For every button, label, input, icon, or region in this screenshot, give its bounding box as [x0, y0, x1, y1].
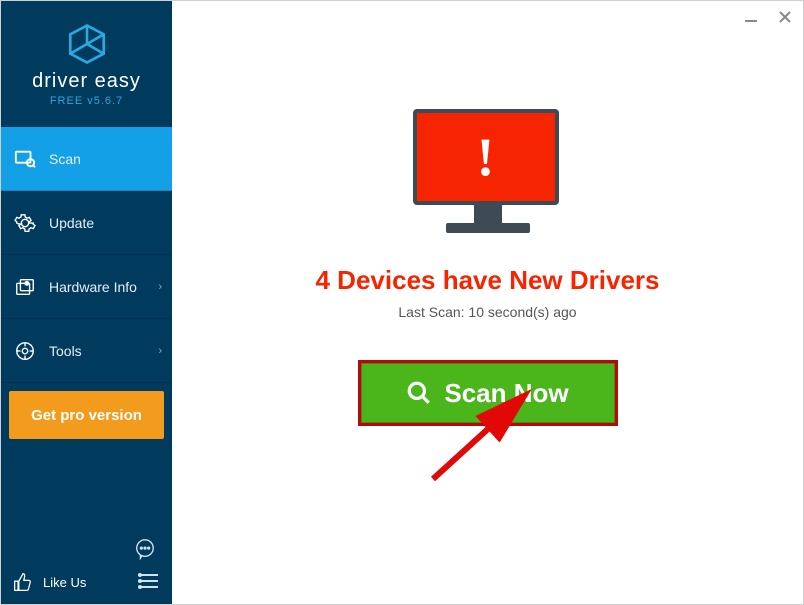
last-scan-text: Last Scan: 10 second(s) ago	[398, 304, 576, 320]
get-pro-label: Get pro version	[31, 407, 142, 424]
close-button[interactable]	[775, 7, 795, 27]
scan-now-button[interactable]: Scan Now	[361, 363, 615, 423]
search-icon	[406, 380, 432, 406]
sidebar-item-scan[interactable]: Scan	[1, 127, 172, 191]
sidebar-item-update[interactable]: Update	[1, 191, 172, 255]
main-content: ! 4 Devices have New Drivers Last Scan: …	[172, 1, 803, 604]
scan-now-label: Scan Now	[444, 378, 568, 409]
sidebar-item-hardware-info[interactable]: Hardware Info ›	[1, 255, 172, 319]
like-us-button[interactable]: Like Us	[1, 560, 172, 604]
status-headline: 4 Devices have New Drivers	[316, 265, 660, 296]
logo-area: driver easy FREE v5.6.7	[1, 1, 172, 127]
close-icon	[778, 10, 792, 24]
sidebar: driver easy FREE v5.6.7 Scan Update Hard…	[1, 1, 172, 604]
get-pro-button[interactable]: Get pro version	[9, 391, 164, 439]
chevron-right-icon: ›	[158, 345, 162, 357]
like-us-label: Like Us	[43, 575, 86, 590]
thumbs-up-icon	[13, 572, 33, 592]
chat-icon	[134, 538, 156, 560]
hardware-icon	[13, 275, 37, 299]
chevron-right-icon: ›	[158, 281, 162, 293]
exclamation-icon: !	[477, 126, 495, 188]
scan-button-highlight: Scan Now	[358, 360, 618, 426]
gear-icon	[13, 211, 37, 235]
menu-icon[interactable]	[138, 573, 158, 592]
monitor-alert-graphic: !	[413, 109, 563, 239]
feedback-button[interactable]	[1, 530, 172, 560]
sidebar-footer: Like Us	[1, 530, 172, 604]
tools-icon	[13, 339, 37, 363]
minimize-button[interactable]	[741, 7, 761, 27]
sidebar-item-tools[interactable]: Tools ›	[1, 319, 172, 383]
sidebar-item-label: Hardware Info	[49, 279, 137, 295]
app-version-text: FREE v5.6.7	[50, 95, 123, 107]
sidebar-item-label: Tools	[49, 343, 82, 359]
window-controls	[741, 7, 795, 27]
minimize-icon	[744, 10, 758, 24]
app-brand-text: driver easy	[32, 70, 141, 93]
sidebar-item-label: Scan	[49, 151, 81, 167]
app-logo-icon	[65, 22, 109, 66]
scan-icon	[13, 147, 37, 171]
sidebar-item-label: Update	[49, 215, 94, 231]
